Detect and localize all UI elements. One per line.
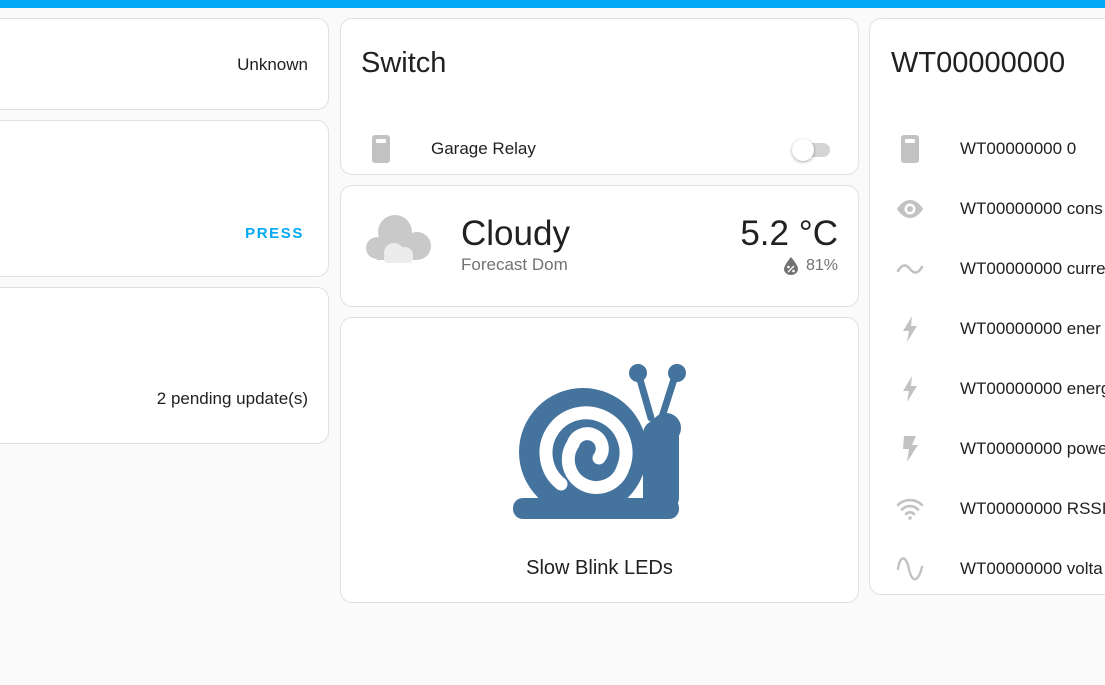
entity-name[interactable]: WT00000000 energ — [960, 379, 1105, 399]
switch-card: Switch Garage Relay — [340, 18, 859, 175]
humidity-value: 81% — [805, 257, 838, 274]
entity-row-wt-0[interactable]: WT00000000 0 — [890, 129, 1105, 169]
state-value: Unknown — [237, 55, 308, 74]
entity-row-wt-energy-2[interactable]: WT00000000 energ — [890, 369, 1105, 409]
temperature-value: 5.2 — [740, 214, 789, 253]
water-percent-icon — [783, 257, 798, 275]
entity-row-wt-energy-1[interactable]: WT00000000 ener — [890, 309, 1105, 349]
entity-row-wt-cons[interactable]: WT00000000 cons — [890, 189, 1105, 229]
press-button[interactable]: PRESS — [237, 219, 312, 248]
device-entities-card: WT00000000 WT00000000 0 WT00000000 cons … — [869, 18, 1105, 595]
snail-icon — [511, 362, 691, 524]
weather-temperature: 5.2 °C — [740, 214, 838, 254]
power-flash-icon[interactable] — [890, 429, 930, 469]
entity-name[interactable]: Garage Relay — [431, 139, 536, 159]
header-bar — [0, 0, 1105, 8]
eye-icon[interactable] — [890, 189, 930, 229]
entity-name[interactable]: WT00000000 0 — [960, 139, 1076, 159]
temperature-unit: °C — [798, 214, 838, 253]
garage-relay-toggle[interactable] — [792, 139, 832, 161]
entity-row-wt-current[interactable]: WT00000000 curre — [890, 249, 1105, 289]
entity-row-wt-power[interactable]: WT00000000 powe — [890, 429, 1105, 469]
entity-row-wt-rssi[interactable]: WT00000000 RSSI — [890, 489, 1105, 529]
entity-name[interactable]: WT00000000 curre — [960, 259, 1105, 279]
entity-name[interactable]: WT00000000 powe — [960, 439, 1105, 459]
relay-icon[interactable] — [361, 129, 401, 169]
card-title: WT00000000 — [891, 47, 1066, 79]
entity-name[interactable]: WT00000000 ener — [960, 319, 1101, 339]
toggle-thumb — [792, 139, 814, 161]
current-ac-icon[interactable] — [890, 249, 930, 289]
entity-name[interactable]: WT00000000 cons — [960, 199, 1103, 219]
lightning-icon[interactable] — [890, 309, 930, 349]
card-title: Switch — [361, 47, 447, 79]
lightning-icon[interactable] — [890, 369, 930, 409]
snail-button-label: Slow Blink LEDs — [526, 557, 673, 579]
weather-humidity: 81% — [783, 257, 838, 275]
relay-icon[interactable] — [890, 129, 930, 169]
state-card[interactable]: Unknown — [0, 18, 329, 110]
entity-name[interactable]: WT00000000 volta — [960, 559, 1103, 579]
weather-state: Cloudy — [461, 214, 570, 253]
pending-updates-value: 2 pending update(s) — [156, 389, 308, 408]
entity-row-wt-voltage[interactable]: WT00000000 volta — [890, 549, 1105, 589]
weather-card[interactable]: Cloudy Forecast Dom 5.2 °C 81% — [340, 185, 859, 307]
entity-row-garage-relay[interactable]: Garage Relay — [361, 129, 838, 169]
snail-button-card[interactable]: Slow Blink LEDs — [340, 317, 859, 603]
update-card[interactable]: 2 pending update(s) — [0, 287, 329, 444]
sine-wave-icon[interactable] — [890, 549, 930, 589]
button-card: PRESS — [0, 120, 329, 277]
wifi-icon[interactable] — [890, 489, 930, 529]
cloud-icon — [363, 210, 433, 270]
weather-entity-name: Forecast Dom — [461, 255, 568, 274]
entity-name[interactable]: WT00000000 RSSI — [960, 499, 1105, 519]
